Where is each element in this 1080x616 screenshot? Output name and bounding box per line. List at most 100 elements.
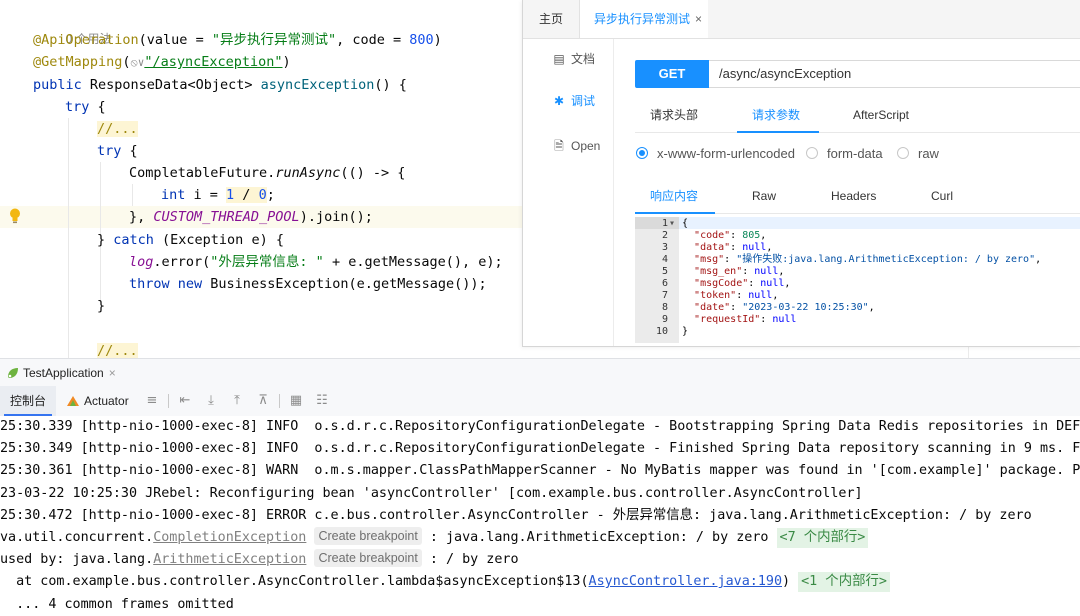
code-line-signature: public ResponseData<Object> asyncExcepti… [33,74,407,96]
tab-label: Actuator [84,394,129,408]
code-text: (() -> { [340,165,406,181]
indent-guide [132,184,133,206]
code-text: ( [122,54,131,70]
exception-class-link[interactable]: CompletionException [153,530,306,545]
tab-response-curl[interactable]: Curl [931,186,953,206]
create-breakpoint-button[interactable]: Create breakpoint [314,549,422,567]
json-key: "msg_en" [694,266,743,277]
endpoint-globe-icon[interactable]: ⦸∨ [131,56,145,69]
log-line: 25:30.472 [http-nio-1000-exec-8] ERROR c… [0,508,1032,523]
folded-region[interactable]: //... [97,343,138,358]
run-window-header: TestApplication × [0,358,1080,387]
constant: CUSTOM_THREAD_POOL [153,209,300,225]
filter-icon[interactable]: ⊼ [255,393,271,409]
tab-console[interactable]: 控制台 [0,386,56,416]
scroll-end-icon[interactable]: ⇤ [177,393,193,409]
usages-hint[interactable]: 0 个用法 [33,6,112,46]
radio-selected-icon [636,147,648,159]
code-line-throw: throw new BusinessException(e.getMessage… [129,273,487,295]
tab-request-headers[interactable]: 请求头部 [650,105,698,125]
bug-icon: ✱ [553,94,565,108]
line-number: 5 [661,266,668,277]
code-text: ResponseData<Object> [81,77,261,93]
json-value: null [748,290,773,301]
line-number: 4 [661,254,668,265]
sidebar-item-label: Open [571,139,601,153]
tab-after-script[interactable]: AfterScript [853,105,909,125]
code-line-catch: } catch (Exception e) { [97,229,284,251]
radio-x-www-form-urlencoded[interactable]: x-www-form-urlencoded [636,145,796,163]
url-input[interactable]: /async/asyncException [709,60,1080,88]
keyword: try [65,99,90,115]
run-config-tab[interactable]: TestApplication × [6,365,116,381]
json-value: null [754,266,779,277]
code-text: .error( [153,254,211,270]
code-text: ) [282,54,291,70]
log-line: 25:30.339 [http-nio-1000-exec-8] INFO o.… [0,419,1080,434]
keyword: new [177,276,203,292]
code-text: } [97,232,114,248]
code-text: ).join(); [299,209,373,225]
source-file-link[interactable]: AsyncController.java:190 [589,574,782,589]
json-line: 7 "token": null, [635,290,1080,302]
keyword: public [33,77,82,93]
api-tab-bar: 主页 异步执行异常测试 × [523,0,1080,39]
tab-response-headers[interactable]: Headers [831,186,876,206]
code-text: ; [266,187,275,203]
close-icon[interactable]: × [109,366,116,380]
http-method-button[interactable]: GET [635,60,709,88]
response-json-viewer[interactable]: 1 ▾ { 2 "code": 805, 3 "data": null, 4 "ms… [635,217,1080,343]
line-number: 6 [661,278,668,289]
tab-response-content[interactable]: 响应内容 [650,186,698,206]
sidebar-item-docs[interactable]: ▤ 文档 [523,48,613,70]
json-line: 9 "requestId": null [635,314,1080,326]
code-line-run-async: CompletableFuture.runAsync(() -> { [129,162,405,184]
code-line-folded[interactable]: //... [97,340,138,358]
tab-home[interactable]: 主页 [523,0,580,38]
json-key: "msgCode" [694,278,749,289]
json-value: 805 [742,230,761,241]
code-line-thread-pool: }, CUSTOM_THREAD_POOL).join(); [129,206,373,228]
number-literal: 800 [409,32,434,48]
code-text: / [234,187,259,203]
endpoint-link[interactable]: "/asyncException" [144,54,282,70]
upload-icon[interactable]: ⤒ [229,393,245,409]
fold-arrow-icon[interactable]: ▾ [669,218,675,230]
tab-actuator[interactable]: Actuator [66,386,129,416]
json-key: "token" [694,290,737,301]
json-key: "code" [694,230,731,241]
tab-async-exception-test[interactable]: 异步执行异常测试 × [580,0,708,38]
internal-lines-badge[interactable]: <1 个内部行> [798,572,890,592]
toolbar-separator [168,394,169,408]
exception-class-link[interactable]: ArithmeticException [153,552,306,567]
code-text: () { [374,77,407,93]
table-icon[interactable]: ▦ [288,393,304,409]
close-icon[interactable]: × [695,12,702,26]
radio-raw[interactable]: raw [897,145,947,163]
download-icon[interactable]: ⤓ [203,393,219,409]
code-text: { [121,143,138,159]
json-brace: { [682,218,689,229]
json-value: null [772,314,797,325]
actuator-icon [67,396,79,406]
tab-response-raw[interactable]: Raw [752,186,776,206]
internal-lines-badge[interactable]: <7 个内部行> [776,528,869,548]
tab-request-params[interactable]: 请求参数 [752,105,800,125]
number-literal: 1 [226,187,235,203]
sidebar-item-open[interactable]: 🗎 Open [523,135,613,157]
create-breakpoint-button[interactable]: Create breakpoint [314,527,422,545]
log-line: 25:30.349 [http-nio-1000-exec-8] INFO o.… [0,441,1080,456]
sidebar-item-debug[interactable]: ✱ 调试 [523,90,613,112]
folded-region[interactable]: //... [97,121,138,137]
menu-icon[interactable]: ≡ [144,393,160,409]
stacktrace-text: : / by zero [421,552,519,567]
console-output[interactable]: 25:30.339 [http-nio-1000-exec-8] INFO o.… [0,416,1080,616]
tree-icon[interactable]: ☷ [314,393,330,409]
line-number: 3 [661,242,668,253]
lightbulb-icon[interactable] [8,207,22,225]
radio-form-data[interactable]: form-data [806,145,886,163]
line-number: 1 [661,218,668,229]
code-text: , code = [336,32,410,48]
code-line-folded[interactable]: //... [97,118,138,140]
spring-boot-icon [8,368,18,378]
